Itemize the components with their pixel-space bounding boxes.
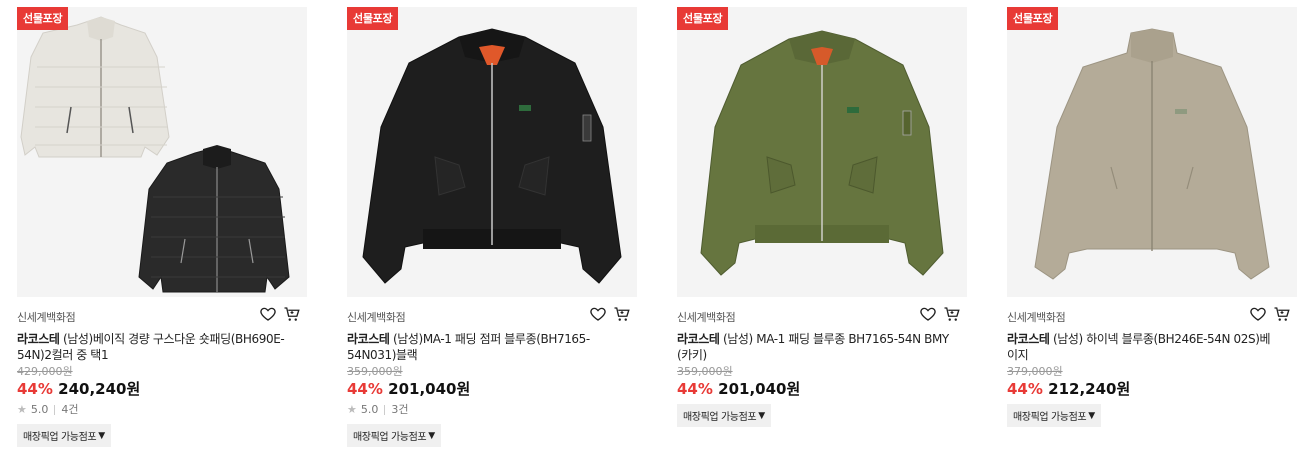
product-grid: 선물포장 신세계백화점 라코스테 (남성)베이직 경량 구스다운 숏패딩(BH6… (0, 0, 1306, 468)
star-icon: ★ (17, 403, 27, 416)
review-count: 4건 (61, 403, 79, 416)
gift-wrap-badge: 선물포장 (1007, 7, 1059, 30)
store-name: 신세계백화점 (1007, 311, 1066, 324)
gift-wrap-badge: 선물포장 (347, 7, 399, 30)
caret-down-icon: ▼ (1088, 410, 1095, 421)
heart-icon[interactable] (589, 305, 607, 323)
store-pickup-dropdown[interactable]: 매장픽업 가능점포 ▼ (677, 404, 771, 427)
rating-row: ★ 5.0 4건 (17, 402, 307, 418)
pickup-label: 매장픽업 가능점포 (683, 412, 757, 423)
sale-price: 201,040원 (388, 380, 471, 398)
product-image[interactable]: 선물포장 (1007, 7, 1297, 297)
store-pickup-dropdown[interactable]: 매장픽업 가능점포 ▼ (347, 424, 441, 447)
price-row: 44% 201,040원 (347, 380, 637, 398)
product-card[interactable]: 선물포장 신세계백화점 라코스테 (남성) MA-1 패딩 블루종 BH7165… (677, 7, 967, 427)
brand-name: 라코스테 (17, 332, 60, 346)
brand-name: 라코스테 (347, 332, 390, 346)
original-price: 359,000원 (677, 365, 733, 378)
pickup-label: 매장픽업 가능점포 (353, 432, 427, 443)
heart-icon[interactable] (919, 305, 937, 323)
gift-wrap-badge: 선물포장 (17, 7, 69, 30)
discount-rate: 44% (677, 380, 713, 398)
sale-price: 240,240원 (58, 380, 141, 398)
cart-icon[interactable] (613, 305, 631, 323)
cart-icon[interactable] (943, 305, 961, 323)
divider (384, 405, 386, 415)
price-row: 44% 240,240원 (17, 380, 307, 398)
product-image[interactable]: 선물포장 (677, 7, 967, 297)
original-price: 429,000원 (17, 365, 73, 378)
black-bomber-illustration (362, 28, 622, 284)
divider (54, 405, 56, 415)
heart-icon[interactable] (259, 305, 277, 323)
original-price: 359,000원 (347, 365, 403, 378)
brand-name: 라코스테 (677, 332, 720, 346)
pickup-label: 매장픽업 가능점포 (1013, 412, 1087, 423)
star-icon: ★ (347, 403, 357, 416)
product-image[interactable]: 선물포장 (17, 7, 307, 297)
puffer-jackets-illustration (20, 16, 290, 293)
store-pickup-dropdown[interactable]: 매장픽업 가능점포 ▼ (1007, 404, 1101, 427)
rating-score: 5.0 (30, 403, 49, 416)
product-title[interactable]: 라코스테 (남성)MA-1 패딩 점퍼 블루종(BH7165-54N031)블랙 (347, 331, 619, 363)
original-price: 379,000원 (1007, 365, 1063, 378)
product-title[interactable]: 라코스테 (남성) MA-1 패딩 블루종 BH7165-54N BMY (카키… (677, 331, 949, 363)
product-image[interactable]: 선물포장 (347, 7, 637, 297)
price-row: 44% 201,040원 (677, 380, 967, 398)
product-card[interactable]: 선물포장 신세계백화점 라코스테 (남성) 하이넥 블루종(BH246E-54N… (1007, 7, 1297, 427)
cart-icon[interactable] (283, 305, 301, 323)
store-name: 신세계백화점 (347, 311, 406, 324)
sale-price: 201,040원 (718, 380, 801, 398)
caret-down-icon: ▼ (98, 430, 105, 441)
cart-icon[interactable] (1273, 305, 1291, 323)
discount-rate: 44% (1007, 380, 1043, 398)
gift-wrap-badge: 선물포장 (677, 7, 729, 30)
store-pickup-dropdown[interactable]: 매장픽업 가능점포 ▼ (17, 424, 111, 447)
pickup-label: 매장픽업 가능점포 (23, 432, 97, 443)
discount-rate: 44% (347, 380, 383, 398)
heart-icon[interactable] (1249, 305, 1267, 323)
review-count: 3건 (391, 403, 409, 416)
rating-score: 5.0 (360, 403, 379, 416)
caret-down-icon: ▼ (758, 410, 765, 421)
khaki-bomber-illustration (700, 30, 944, 276)
price-row: 44% 212,240원 (1007, 380, 1297, 398)
beige-blouson-illustration (1034, 28, 1270, 280)
product-title[interactable]: 라코스테 (남성) 하이넥 블루종(BH246E-54N 02S)베이지 (1007, 331, 1279, 363)
rating-row: ★ 5.0 3건 (347, 402, 637, 418)
discount-rate: 44% (17, 380, 53, 398)
store-name: 신세계백화점 (677, 311, 736, 324)
brand-name: 라코스테 (1007, 332, 1050, 346)
caret-down-icon: ▼ (428, 430, 435, 441)
sale-price: 212,240원 (1048, 380, 1131, 398)
product-card[interactable]: 선물포장 신세계백화점 라코스테 (남성)MA-1 패딩 점퍼 블루종(BH71… (347, 7, 637, 447)
product-title[interactable]: 라코스테 (남성)베이직 경량 구스다운 숏패딩(BH690E-54N)2컬러 … (17, 331, 289, 363)
store-name: 신세계백화점 (17, 311, 76, 324)
product-card[interactable]: 선물포장 신세계백화점 라코스테 (남성)베이직 경량 구스다운 숏패딩(BH6… (17, 7, 307, 447)
